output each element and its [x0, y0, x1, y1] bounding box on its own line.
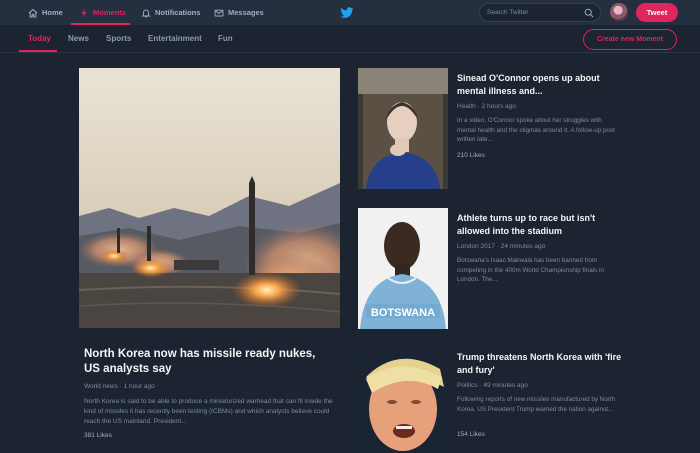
home-icon	[28, 8, 38, 17]
athlete-portrait-image: BOTSWANA	[358, 208, 448, 329]
story-title[interactable]: Trump threatens North Korea with 'fire a…	[457, 351, 627, 377]
tab-news[interactable]: News	[68, 34, 89, 43]
woman-portrait-image	[358, 68, 448, 189]
story-title[interactable]: Sinead O'Connor opens up about mental il…	[457, 72, 627, 98]
nav-notifications-label: Notifications	[155, 8, 201, 17]
tab-today[interactable]: Today	[28, 34, 51, 43]
lightning-icon	[81, 8, 87, 17]
tab-sports[interactable]: Sports	[106, 34, 131, 43]
story-description: Following reports of new missiles manufa…	[457, 396, 616, 413]
story-meta: Health · 2 hours ago	[457, 103, 516, 110]
nav-home[interactable]: Home	[28, 0, 63, 25]
avatar[interactable]	[610, 3, 628, 21]
story-thumbnail[interactable]	[358, 68, 448, 189]
tab-entertainment[interactable]: Entertainment	[148, 34, 202, 43]
tweet-button[interactable]: Tweet	[636, 3, 678, 22]
tab-fun[interactable]: Fun	[218, 34, 233, 43]
missile-launch-image	[79, 68, 340, 328]
nav-messages[interactable]: Messages	[214, 0, 264, 25]
story-meta: London 2017 · 24 minutes ago	[457, 243, 546, 250]
main-story-likes: 381 Likes	[84, 432, 112, 439]
story-likes: 154 Likes	[457, 431, 485, 438]
nav-moments-label: Moments	[93, 8, 126, 17]
divider	[0, 52, 700, 53]
main-story-image[interactable]	[79, 68, 340, 328]
story-meta: Politics · 49 minutes ago	[457, 382, 528, 389]
jersey-text: BOTSWANA	[371, 307, 435, 319]
trump-portrait-image	[358, 347, 448, 453]
nav-active-indicator	[71, 23, 130, 25]
search-input[interactable]: Search Twitter	[487, 9, 528, 16]
story-title[interactable]: Athlete turns up to race but isn't allow…	[457, 212, 627, 238]
main-story-meta: World news · 1 hour ago	[84, 383, 155, 390]
bell-icon	[141, 9, 151, 18]
search-icon[interactable]	[584, 8, 594, 18]
nav-moments[interactable]: Moments	[79, 0, 126, 25]
story-description: Botswana's Isaac Makwala has been banned…	[457, 257, 604, 283]
top-navigation-bar: Home Moments Notifications Messages Sear…	[0, 0, 700, 25]
story-likes: 210 Likes	[457, 152, 485, 159]
main-story-description: North Korea is said to be able to produc…	[84, 398, 333, 425]
story-thumbnail[interactable]	[358, 347, 448, 453]
nav-home-label: Home	[42, 8, 63, 17]
main-story-title[interactable]: North Korea now has missile ready nukes,…	[84, 347, 334, 377]
twitter-bird-icon[interactable]	[340, 7, 354, 19]
envelope-icon	[214, 9, 224, 16]
nav-messages-label: Messages	[228, 8, 264, 17]
story-thumbnail[interactable]: BOTSWANA	[358, 208, 448, 329]
create-moment-button[interactable]: Create new Moment	[583, 29, 677, 50]
nav-notifications[interactable]: Notifications	[141, 0, 200, 25]
story-description: In a video, O'Connor spoke about her str…	[457, 117, 615, 143]
search-box[interactable]: Search Twitter	[479, 3, 601, 22]
